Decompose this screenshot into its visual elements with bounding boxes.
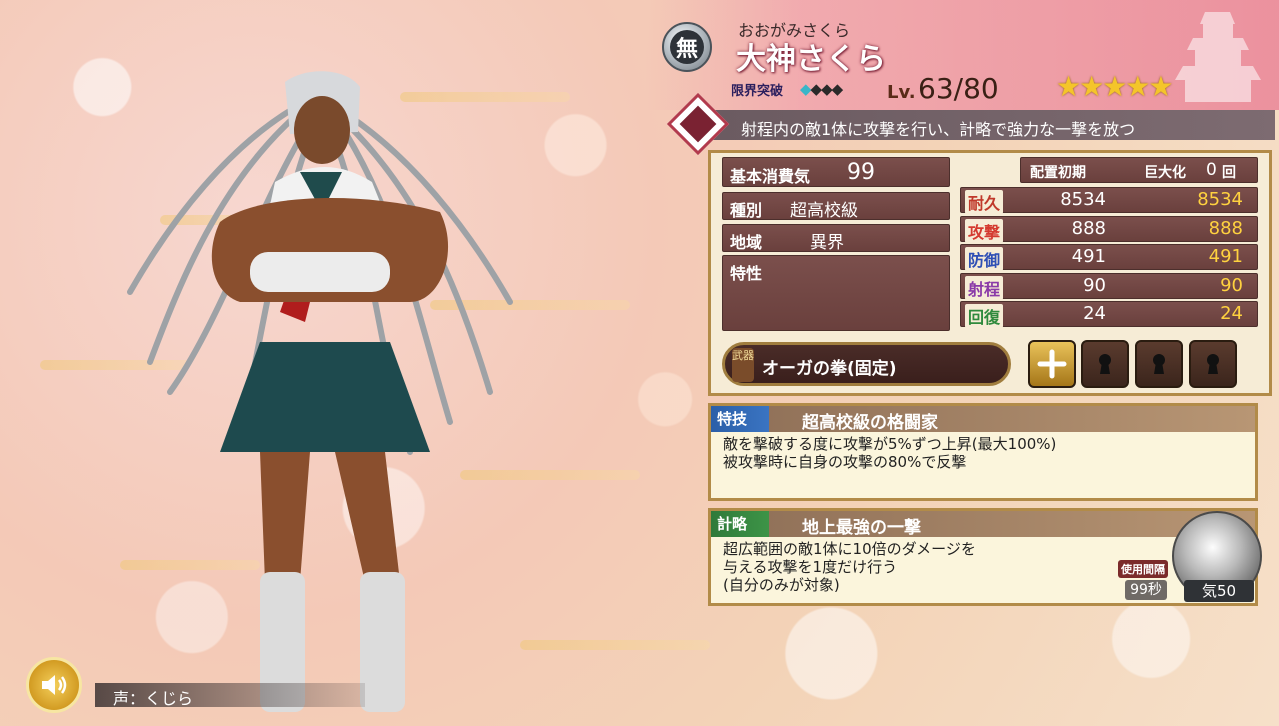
interval-label: 使用間隔 bbox=[1118, 560, 1168, 578]
special-ability-line: 敵を撃破する度に攻撃が5%ずつ上昇(最大100%) bbox=[723, 435, 1057, 453]
strategy-cost: 気50 bbox=[1184, 580, 1254, 602]
stat-current-value: 888 bbox=[1208, 218, 1243, 239]
special-ability-tag: 特技 bbox=[711, 406, 770, 432]
region-label: 地域 bbox=[730, 233, 763, 252]
region-value: 異界 bbox=[810, 233, 844, 253]
cloud-decoration bbox=[520, 640, 710, 650]
type-value: 超高校級 bbox=[790, 201, 858, 221]
keyhole-icon bbox=[1207, 354, 1219, 374]
stat-base-value: 24 bbox=[1083, 303, 1106, 324]
type-label: 種別 bbox=[730, 201, 763, 220]
special-ability-title: 超高校級の格闘家 bbox=[802, 413, 938, 433]
stat-current-value: 491 bbox=[1208, 246, 1243, 267]
strategy-tag: 計略 bbox=[711, 511, 770, 537]
voice-label: 声：くじら bbox=[113, 689, 194, 708]
stat-current-value: 90 bbox=[1220, 275, 1243, 296]
limit-break-label: 限界突破 bbox=[731, 84, 784, 99]
character-illustration bbox=[127, 71, 513, 712]
rarity-stars: ★★★★★ bbox=[1056, 70, 1174, 103]
limit-break-diamonds: ◆◆◆◆ bbox=[800, 80, 843, 98]
stat-base-value: 8534 bbox=[1060, 189, 1106, 210]
keyhole-icon bbox=[1099, 354, 1111, 374]
stat-current-value: 8534 bbox=[1197, 189, 1243, 210]
deploy-label: 配置初期 bbox=[1030, 165, 1086, 181]
cost-label: 基本消費気 bbox=[730, 167, 811, 186]
speaker-icon bbox=[42, 675, 67, 695]
locked-slot[interactable] bbox=[1081, 340, 1129, 388]
giant-label: 巨大化 bbox=[1144, 165, 1186, 181]
stat-base-value: 90 bbox=[1083, 275, 1106, 296]
special-ability-header bbox=[711, 406, 1255, 432]
locked-slot[interactable] bbox=[1189, 340, 1237, 388]
level-value: 63/80 bbox=[918, 72, 999, 105]
trait-label: 特性 bbox=[730, 264, 763, 283]
stat-label: 耐久 bbox=[965, 190, 1004, 214]
cost-value: 99 bbox=[847, 160, 875, 185]
strategy-header bbox=[711, 511, 1255, 537]
locked-slot[interactable] bbox=[1135, 340, 1183, 388]
cooldown-value: 99秒 bbox=[1125, 580, 1167, 600]
stat-base-value: 888 bbox=[1071, 218, 1106, 239]
stat-current-value: 24 bbox=[1220, 303, 1243, 324]
giant-unit: 回 bbox=[1222, 165, 1236, 181]
skill-summary-text: 射程内の敵1体に攻撃を行い、計略で強力な一撃を放つ bbox=[741, 120, 1136, 139]
giant-count: 0 bbox=[1206, 160, 1217, 180]
stat-base-value: 491 bbox=[1071, 246, 1106, 267]
stat-label: 防御 bbox=[965, 247, 1004, 271]
weapon-tag: 武器 bbox=[732, 348, 754, 382]
strategy-line: (自分のみが対象) bbox=[723, 576, 840, 594]
character-name: 大神さくら bbox=[736, 42, 886, 77]
keyhole-icon bbox=[1153, 354, 1165, 374]
sound-button[interactable] bbox=[26, 657, 82, 713]
level-label: Lv. bbox=[887, 82, 916, 103]
strategy-line: 超広範囲の敵1体に10倍のダメージを bbox=[723, 540, 976, 558]
special-ability-line: 被攻撃時に自身の攻撃の80%で反撃 bbox=[723, 453, 967, 471]
stat-label: 射程 bbox=[965, 276, 1004, 300]
strategy-title: 地上最強の一撃 bbox=[802, 518, 921, 538]
add-slot-button[interactable] bbox=[1028, 340, 1076, 388]
plus-icon bbox=[1037, 349, 1067, 379]
castle-icon bbox=[1175, 12, 1261, 102]
stat-label: 回復 bbox=[965, 304, 1004, 328]
attribute-icon: 無 bbox=[662, 22, 712, 72]
stat-label: 攻撃 bbox=[965, 219, 1004, 243]
weapon-name: オーガの拳(固定) bbox=[762, 359, 897, 379]
strategy-line: 与える攻撃を1度だけ行う bbox=[723, 558, 898, 576]
